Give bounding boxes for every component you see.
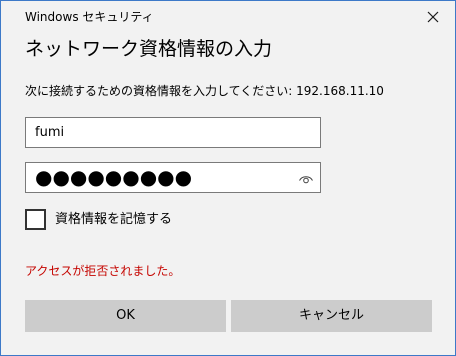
ok-button[interactable]: OK: [25, 300, 226, 332]
close-button[interactable]: [421, 5, 445, 29]
title-bar: Windows セキュリティ: [1, 1, 455, 33]
close-icon: [427, 11, 439, 23]
remember-credentials-checkbox[interactable]: [25, 209, 46, 230]
username-value: fumi: [35, 125, 65, 140]
password-field[interactable]: ●●●●●●●●●: [25, 162, 321, 193]
dialog-message: 次に接続するための資格情報を入力してください: 192.168.11.10: [25, 84, 384, 98]
password-value: ●●●●●●●●●: [35, 165, 193, 189]
credential-dialog: Windows セキュリティ ネットワーク資格情報の入力 次に接続するための資格…: [0, 0, 456, 356]
window-title: Windows セキュリティ: [25, 10, 154, 24]
username-field[interactable]: fumi: [25, 117, 321, 148]
error-message: アクセスが拒否されました。: [25, 264, 181, 278]
remember-credentials-label[interactable]: 資格情報を記憶する: [55, 212, 172, 228]
dialog-heading: ネットワーク資格情報の入力: [25, 38, 273, 60]
cancel-button[interactable]: キャンセル: [231, 300, 432, 332]
eye-icon[interactable]: [298, 171, 314, 185]
